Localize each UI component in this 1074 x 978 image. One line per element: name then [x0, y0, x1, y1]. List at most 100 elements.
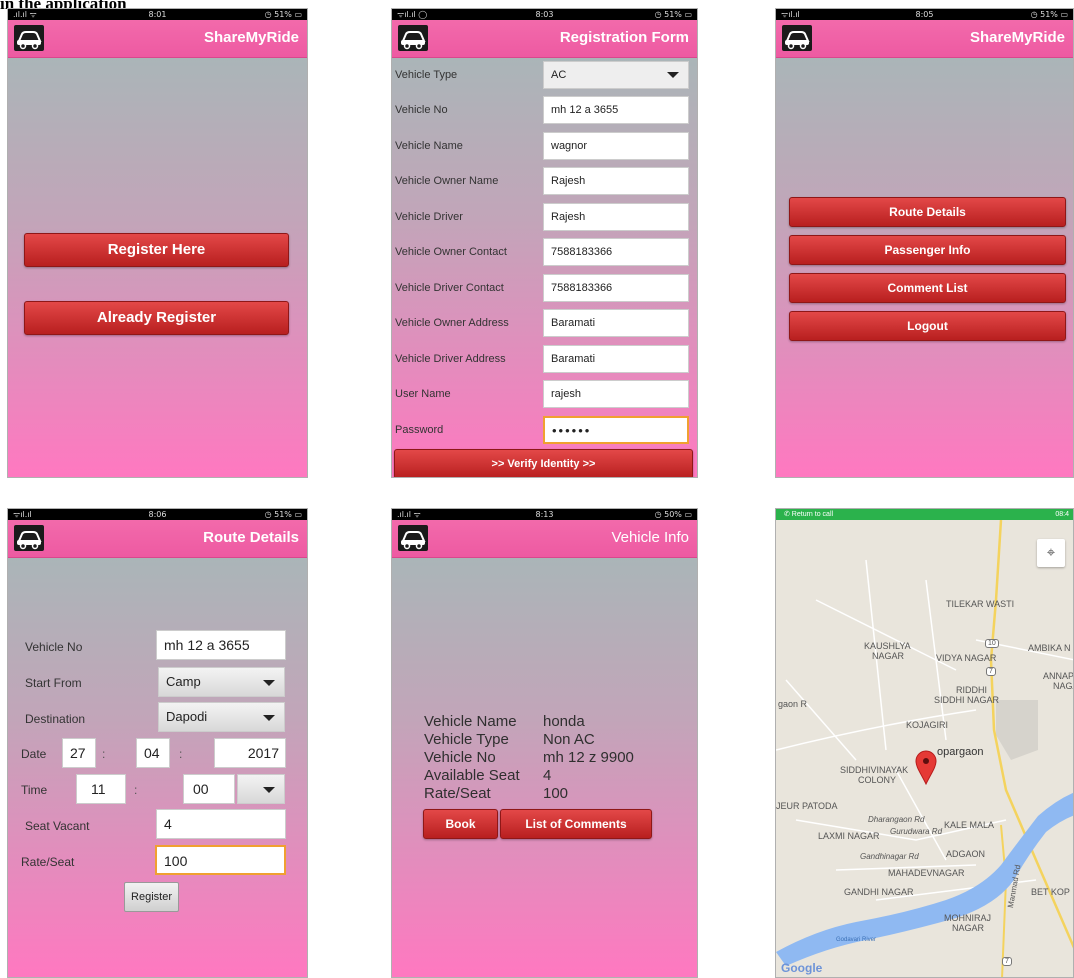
return-to-call-bar[interactable]: ✆ Return to call 08:4 — [776, 509, 1073, 520]
info-label: Vehicle Type — [424, 731, 509, 748]
highway-shield: 7 — [986, 667, 996, 676]
logout-button[interactable]: Logout — [789, 311, 1066, 341]
screen-route-details: ᯤıl.ıl 8:06 ◷ 51% ▭ Route Details Vehicl… — [7, 508, 308, 978]
verify-identity-button[interactable]: >> Verify Identity >> — [394, 449, 693, 477]
info-value: 100 — [543, 785, 569, 802]
signal-icon: .ıl.ıl ᯤ — [397, 510, 421, 519]
map-label: GANDHI NAGAR — [844, 887, 914, 897]
vehicle-no-label: Vehicle No — [25, 640, 83, 654]
screen-home: .ıl.ıl ᯤ 8:01 ◷ 51% ▭ ShareMyRide Regist… — [7, 8, 308, 478]
start-from-label: Start From — [25, 676, 82, 690]
driver-input[interactable]: Rajesh — [543, 203, 689, 231]
signal-icon: ᯤıl.ıl — [781, 10, 800, 19]
field-owner-name: Vehicle Owner Name Rajesh — [392, 164, 693, 197]
field-label: Vehicle Owner Contact — [395, 246, 507, 258]
time-label: Time — [21, 783, 48, 797]
destination-label: Destination — [25, 712, 86, 726]
field-driver: Vehicle Driver Rajesh — [392, 200, 693, 233]
battery-icon: ◷ 51% ▭ — [1030, 10, 1068, 19]
status-time: 8:05 — [915, 10, 934, 19]
map-canvas[interactable] — [776, 520, 1074, 978]
route-details-button[interactable]: Route Details — [789, 197, 1066, 227]
field-label: Vehicle Driver Address — [395, 353, 506, 365]
map-label: BET KOP — [1031, 887, 1070, 897]
field-label: Vehicle Driver — [395, 211, 463, 223]
car-logo-icon — [398, 25, 428, 51]
highway-shield: 10 — [985, 639, 999, 648]
vehicle-name-input[interactable]: wagnor — [543, 132, 689, 160]
form-title: Registration Form — [559, 29, 689, 46]
date-separator: : — [179, 747, 183, 761]
status-bar: .ıl.ıl ᯤ 8:13 ◷ 50% ▭ — [392, 509, 697, 520]
register-here-button[interactable]: Register Here — [24, 233, 289, 267]
app-bar: Vehicle Info — [392, 520, 697, 558]
map-label: TILEKAR WASTI — [946, 599, 1015, 609]
highway-shield: 7 — [1002, 957, 1012, 966]
field-owner-contact: Vehicle Owner Contact 7588183366 — [392, 235, 693, 268]
field-label: User Name — [395, 388, 451, 400]
date-day-input[interactable]: 27 — [62, 738, 96, 768]
signal-icon: ᯤıl.ıl ◯ — [397, 10, 428, 19]
map-label: LAXMI NAGAR — [818, 831, 880, 841]
field-password: Password •••••• — [392, 413, 693, 446]
date-separator: : — [102, 747, 106, 761]
date-year-input[interactable]: 2017 — [214, 738, 286, 768]
user-name-input[interactable]: rajesh — [543, 380, 689, 408]
status-time: 8:13 — [535, 510, 554, 519]
comment-list-button[interactable]: Comment List — [789, 273, 1066, 303]
info-label: Vehicle Name — [424, 713, 517, 730]
rate-seat-input[interactable]: 100 — [155, 845, 286, 875]
map-label: ADGAON — [946, 849, 986, 859]
status-time: 8:03 — [535, 10, 554, 19]
list-of-comments-button[interactable]: List of Comments — [500, 809, 652, 839]
register-button[interactable]: Register — [124, 882, 179, 912]
map-label: MAHADEVNAGAR — [888, 868, 965, 878]
map-label: ANNAPU — [1043, 671, 1074, 681]
owner-name-input[interactable]: Rajesh — [543, 167, 689, 195]
map-label: VIDYA NAGAR — [936, 653, 997, 663]
select-value: Camp — [166, 674, 201, 689]
date-label: Date — [21, 747, 47, 761]
route-title: Route Details — [203, 529, 299, 546]
password-input[interactable]: •••••• — [543, 416, 689, 444]
app-bar: ShareMyRide — [8, 20, 307, 58]
owner-contact-input[interactable]: 7588183366 — [543, 238, 689, 266]
status-bar: ᯤıl.ıl 8:05 ◷ 51% ▭ — [776, 9, 1073, 20]
battery-icon: ◷ 50% ▭ — [654, 510, 692, 519]
map-label: NAGAR — [872, 651, 905, 661]
driver-contact-input[interactable]: 7588183366 — [543, 274, 689, 302]
field-vehicle-no: Vehicle No mh 12 a 3655 — [392, 93, 693, 126]
time-select[interactable] — [237, 774, 285, 804]
start-from-select[interactable]: Camp — [158, 667, 285, 697]
app-title: ShareMyRide — [203, 29, 299, 46]
status-bar: .ıl.ıl ᯤ 8:01 ◷ 51% ▭ — [8, 9, 307, 20]
info-label: Vehicle No — [424, 749, 496, 766]
map-label: SIDDHIVINAYAK — [840, 765, 909, 775]
map-label: Gandhinagar Rd — [860, 852, 919, 861]
already-register-button[interactable]: Already Register — [24, 301, 289, 335]
date-month-input[interactable]: 04 — [136, 738, 170, 768]
status-time: 08:4 — [1055, 511, 1069, 518]
vehicle-type-select[interactable]: AC — [543, 61, 689, 89]
vehicle-no-input[interactable]: mh 12 a 3655 — [543, 96, 689, 124]
vehicle-no-input[interactable]: mh 12 a 3655 — [156, 630, 286, 660]
time-hour-input[interactable]: 11 — [76, 774, 126, 804]
seat-vacant-input[interactable]: 4 — [156, 809, 286, 839]
app-bar: ShareMyRide — [776, 20, 1073, 58]
google-logo: Google — [781, 961, 823, 975]
driver-address-input[interactable]: Baramati — [543, 345, 689, 373]
my-location-button[interactable]: ⌖ — [1037, 539, 1065, 567]
battery-icon: ◷ 51% ▭ — [654, 10, 692, 19]
info-value: Non AC — [543, 731, 595, 748]
screen-vehicle-info: .ıl.ıl ᯤ 8:13 ◷ 50% ▭ Vehicle Info Vehic… — [391, 508, 698, 978]
map-label: Godavari River — [836, 937, 877, 943]
time-minute-input[interactable]: 00 — [183, 774, 235, 804]
passenger-info-button[interactable]: Passenger Info — [789, 235, 1066, 265]
signal-icon: .ıl.ıl ᯤ — [13, 10, 37, 19]
destination-select[interactable]: Dapodi — [158, 702, 285, 732]
car-logo-icon — [14, 25, 44, 51]
book-button[interactable]: Book — [423, 809, 498, 839]
owner-address-input[interactable]: Baramati — [543, 309, 689, 337]
info-value: 4 — [543, 767, 552, 784]
chevron-down-icon — [263, 715, 275, 721]
